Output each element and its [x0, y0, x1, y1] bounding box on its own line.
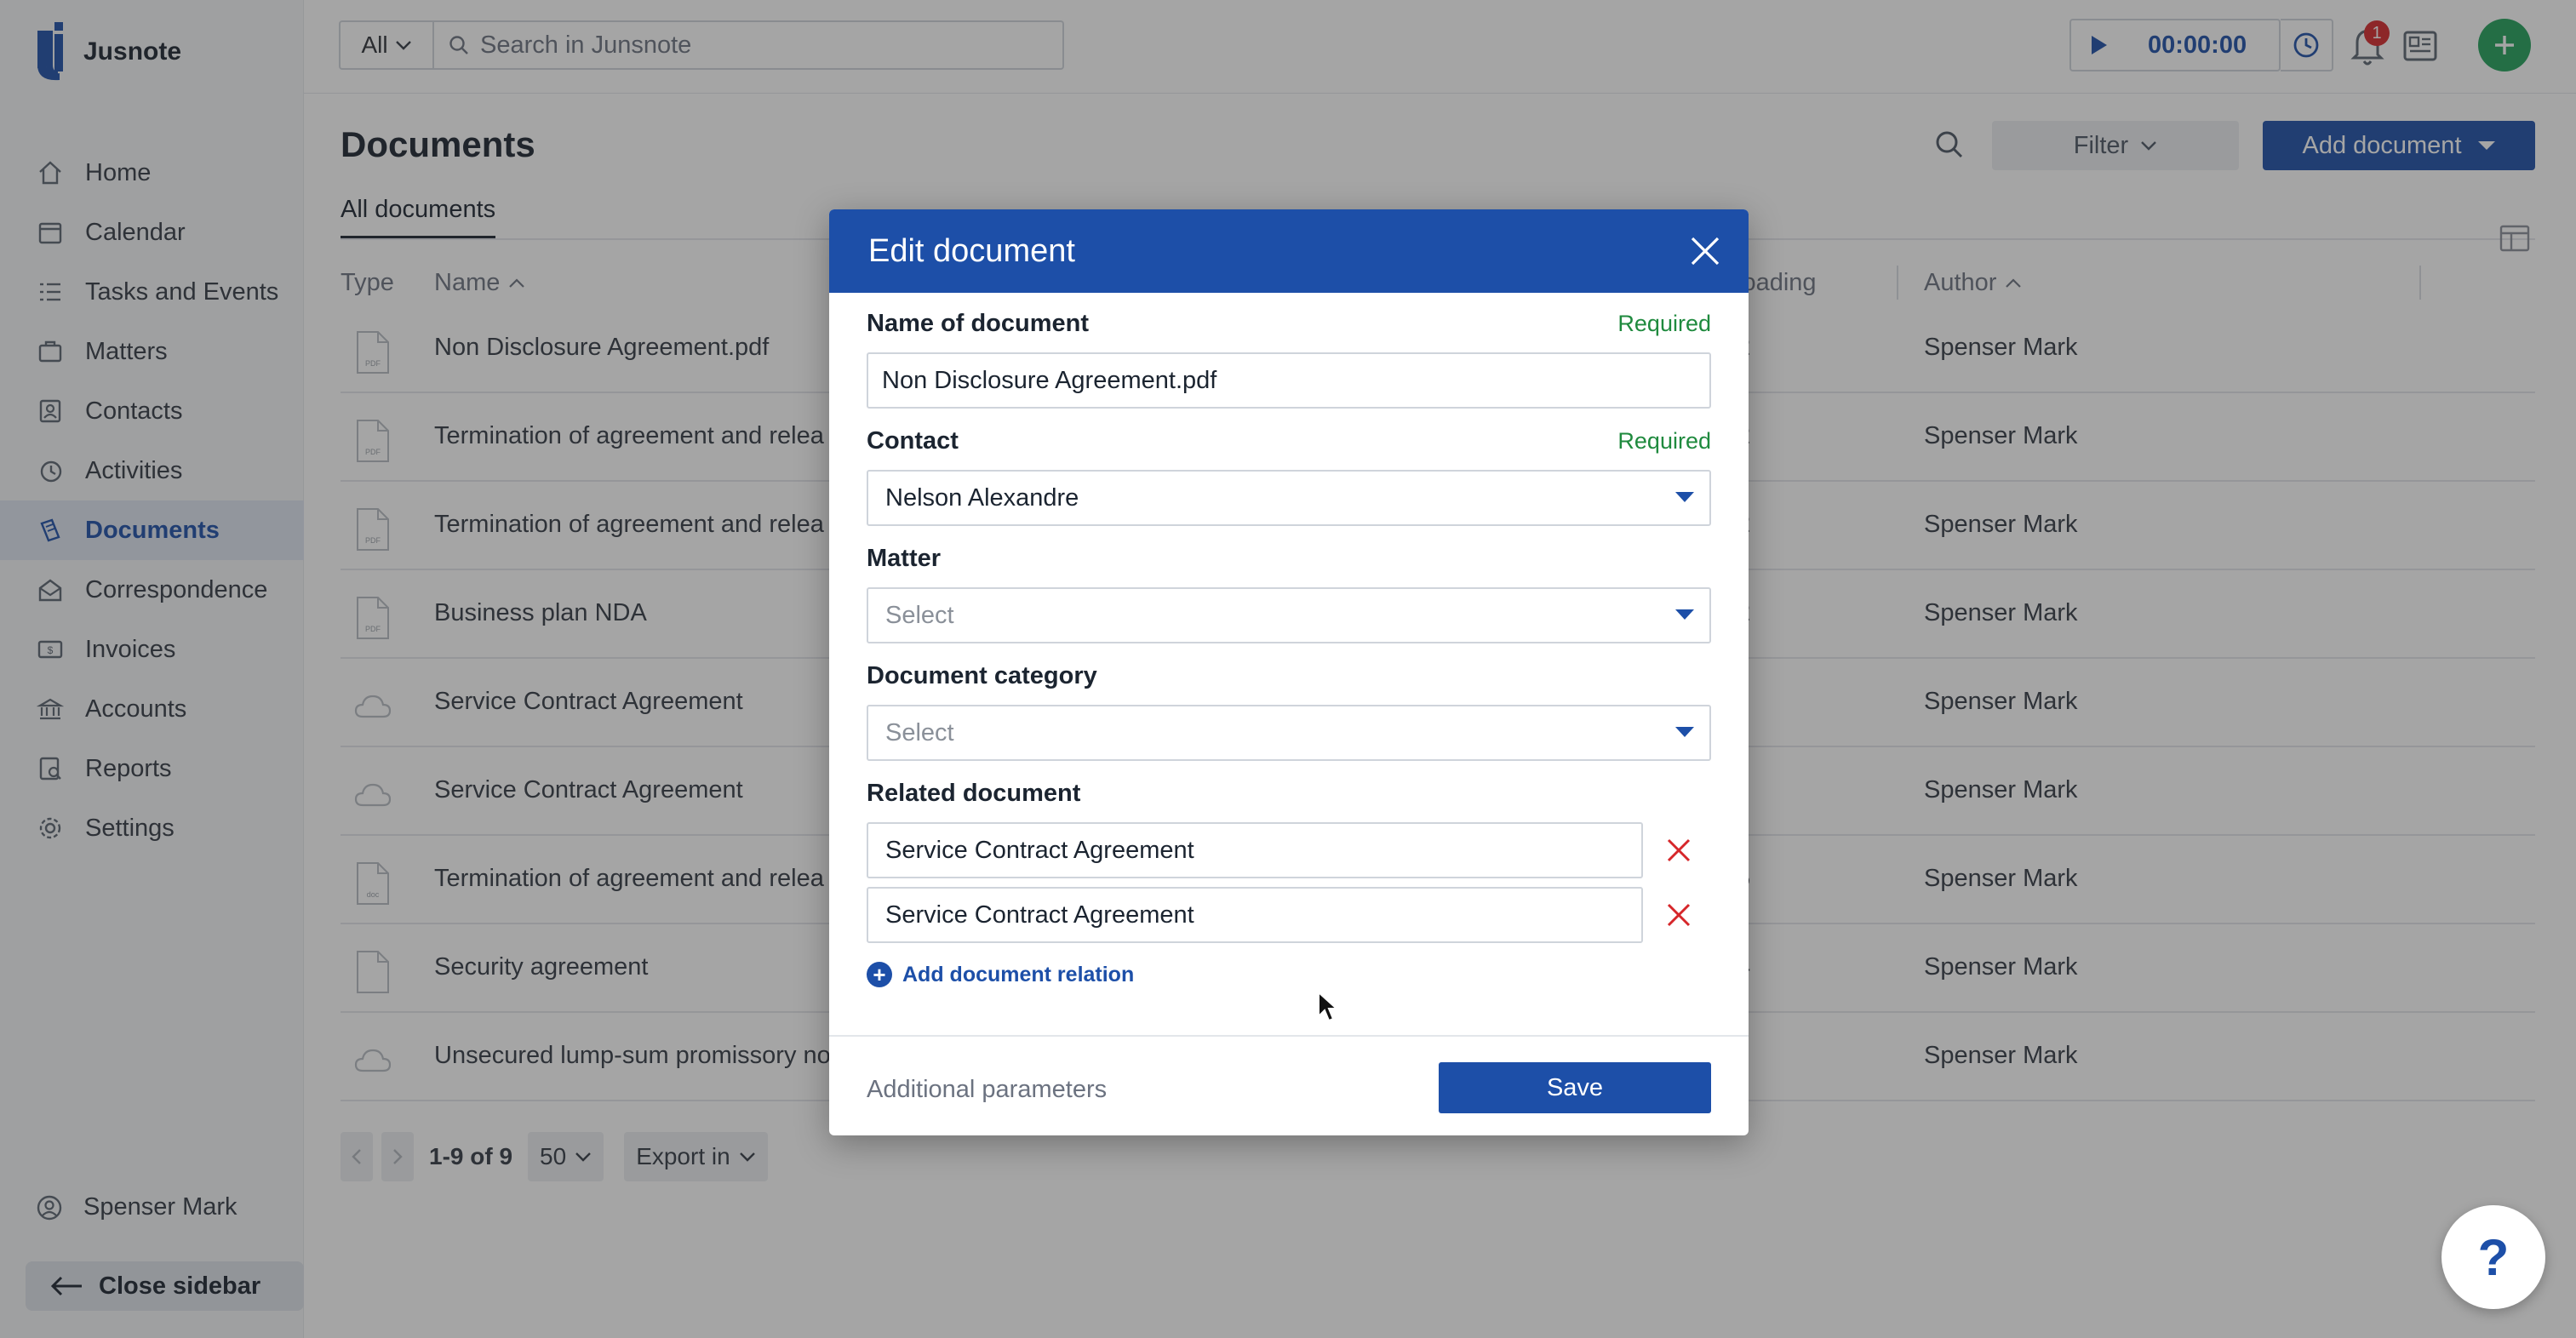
- matter-label-row: Matter: [867, 545, 1711, 573]
- related-label: Related document: [867, 780, 1081, 807]
- caret-down-icon: [1675, 492, 1694, 502]
- matter-placeholder: Select: [885, 601, 954, 629]
- category-label: Document category: [867, 662, 1097, 689]
- document-name-field[interactable]: Non Disclosure Agreement.pdf: [867, 352, 1711, 409]
- remove-relation-icon[interactable]: [1663, 900, 1694, 930]
- save-button[interactable]: Save: [1439, 1062, 1711, 1113]
- edit-document-dialog: Edit document Name of document Required …: [829, 209, 1749, 1135]
- contact-select[interactable]: Nelson Alexandre: [867, 470, 1711, 526]
- document-category-select[interactable]: Select: [867, 705, 1711, 761]
- mouse-cursor-icon: [1318, 991, 1338, 1022]
- add-document-relation-link[interactable]: + Add document relation: [867, 962, 1134, 987]
- contact-label-row: Contact Required: [867, 427, 1711, 455]
- help-button[interactable]: ?: [2441, 1205, 2545, 1309]
- related-document-field[interactable]: Service Contract Agreement: [867, 822, 1643, 878]
- plus-circle-icon: +: [867, 962, 892, 987]
- matter-select[interactable]: Select: [867, 587, 1711, 643]
- required-indicator: Required: [1617, 311, 1711, 336]
- category-placeholder: Select: [885, 718, 954, 746]
- dialog-header: Edit document: [829, 209, 1749, 293]
- related-document-value: Service Contract Agreement: [885, 901, 1194, 929]
- related-label-row: Related document: [867, 780, 1711, 808]
- dialog-footer: Additional parameters Save: [829, 1035, 1749, 1135]
- category-label-row: Document category: [867, 662, 1711, 690]
- matter-label: Matter: [867, 545, 942, 572]
- document-name-value: Non Disclosure Agreement.pdf: [882, 366, 1217, 394]
- name-label-row: Name of document Required: [867, 310, 1711, 338]
- close-icon[interactable]: [1687, 233, 1723, 269]
- caret-down-icon: [1675, 609, 1694, 620]
- related-document-field[interactable]: Service Contract Agreement: [867, 887, 1643, 943]
- required-indicator: Required: [1617, 428, 1711, 454]
- contact-label: Contact: [867, 427, 959, 455]
- additional-parameters-link[interactable]: Additional parameters: [867, 1076, 1107, 1104]
- remove-relation-icon[interactable]: [1663, 835, 1694, 866]
- dialog-title: Edit document: [868, 232, 1075, 269]
- contact-value: Nelson Alexandre: [885, 483, 1079, 512]
- caret-down-icon: [1675, 727, 1694, 737]
- add-relation-label: Add document relation: [902, 962, 1135, 986]
- name-label: Name of document: [867, 310, 1090, 337]
- related-document-value: Service Contract Agreement: [885, 836, 1194, 864]
